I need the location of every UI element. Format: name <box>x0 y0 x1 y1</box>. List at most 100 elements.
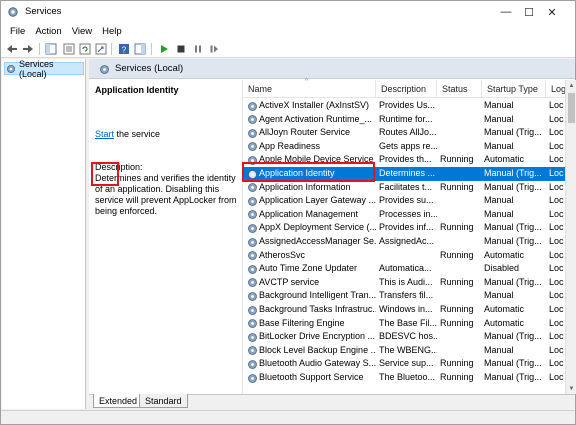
service-name: ActiveX Installer (AxInstSV) <box>259 100 370 110</box>
service-row[interactable]: Application Layer Gateway ... Provides su… <box>243 194 565 208</box>
service-row[interactable]: AllJoyn Router Service Routes AllJo... Man… <box>243 126 565 140</box>
tab-extended[interactable]: Extended <box>93 394 144 408</box>
service-status <box>440 235 482 249</box>
stop-service-button[interactable] <box>174 42 188 56</box>
service-description: Determines ... <box>379 168 436 178</box>
service-log-on-as: Loc <box>549 236 564 246</box>
service-startup-type: Manual (Trig... <box>484 276 542 287</box>
services-list: ^ Name Description Status Startup Type L… <box>242 78 576 394</box>
service-description: This is Audi... <box>379 276 433 287</box>
service-name: AllJoyn Router Service <box>259 127 351 138</box>
service-status: Running <box>440 317 474 328</box>
close-button[interactable]: ✕ <box>529 1 575 23</box>
service-description: Runtime for... <box>379 113 433 124</box>
service-row[interactable]: App Readiness Gets apps re... Manual Loc <box>243 140 565 154</box>
export-list-button[interactable] <box>94 42 108 56</box>
service-name: Bluetooth Support Service <box>259 372 364 382</box>
forward-button[interactable] <box>21 42 35 56</box>
menu-view[interactable]: View <box>67 26 97 37</box>
properties-icon <box>63 43 75 55</box>
service-gear-icon <box>248 237 257 247</box>
title-bar[interactable]: Services — ☐ ✕ <box>1 1 575 23</box>
restart-service-button[interactable] <box>207 42 221 56</box>
service-row[interactable]: Agent Activation Runtime_... Runtime for.… <box>243 113 565 127</box>
service-log-on-as: Loc <box>549 317 564 328</box>
start-service-button[interactable] <box>157 42 171 56</box>
properties-button[interactable] <box>62 42 76 56</box>
service-description: Service sup... <box>379 358 434 369</box>
service-startup-type: Manual <box>484 344 514 355</box>
console-tree-icon <box>45 43 57 55</box>
status-bar <box>1 410 575 424</box>
column-header-startup-type[interactable]: Startup Type <box>482 80 546 98</box>
service-log-on-as: Loc <box>549 304 564 314</box>
service-name: Auto Time Zone Updater <box>259 263 358 274</box>
pause-icon <box>195 45 201 53</box>
service-description: Processes in... <box>379 208 437 219</box>
menu-help[interactable]: Help <box>97 26 127 37</box>
scroll-down-icon[interactable]: ▼ <box>566 383 576 394</box>
column-label: Log <box>551 84 567 94</box>
service-startup-type: Manual <box>484 208 514 219</box>
service-action-line: Start the service <box>95 129 160 139</box>
service-log-on-as: Loc <box>549 290 564 301</box>
column-label: Name <box>248 84 273 94</box>
menu-file[interactable]: File <box>5 26 30 37</box>
service-startup-type: Manual (Trig... <box>484 168 542 178</box>
service-row[interactable]: AVCTP service This is Audi... Running Manua… <box>243 276 565 290</box>
extended-description-panel: Application Identity Start the service D… <box>89 80 239 394</box>
tab-standard[interactable]: Standard <box>139 394 188 408</box>
menu-action[interactable]: Action <box>30 26 66 37</box>
service-log-on-as: Loc <box>549 100 564 110</box>
refresh-button[interactable] <box>78 42 92 56</box>
show-hide-action-pane-button[interactable] <box>133 42 147 56</box>
service-row[interactable]: Application Management Processes in... Man… <box>243 208 565 222</box>
service-row[interactable]: Background Intelligent Tran... Transfers … <box>243 289 565 303</box>
show-console-tree-button[interactable] <box>44 42 58 56</box>
service-row[interactable]: Base Filtering Engine The Base Fil... Runn… <box>243 317 565 331</box>
pane-header: Services (Local) <box>89 59 575 79</box>
help-button[interactable]: ? <box>117 42 131 56</box>
service-startup-type: Manual (Trig... <box>484 372 542 382</box>
service-row[interactable]: Auto Time Zone Updater Automatica... Disab… <box>243 262 565 276</box>
service-row[interactable]: BitLocker Drive Encryption ... BDESVC hos… <box>243 330 565 344</box>
tree-item-services-local[interactable]: Services (Local) <box>4 59 84 79</box>
column-header-status[interactable]: Status <box>437 80 482 98</box>
service-startup-type: Automatic <box>484 249 525 260</box>
service-row[interactable]: Block Level Backup Engine ... The WBENG..… <box>243 344 565 358</box>
service-description: Automatica... <box>379 263 432 274</box>
service-name: Background Intelligent Tran... <box>259 290 376 301</box>
service-description: Provides th... <box>379 154 432 165</box>
services-gear-icon <box>7 65 15 73</box>
service-status <box>440 330 482 344</box>
service-description: BDESVC hos... <box>379 331 437 342</box>
service-row[interactable]: AssignedAccessManager Se... AssignedAc...… <box>243 235 565 249</box>
start-service-link[interactable]: Start <box>95 129 114 139</box>
scroll-thumb[interactable] <box>568 93 575 123</box>
service-row[interactable]: Bluetooth Support Service The Bluetoo... R… <box>243 371 565 385</box>
service-status: Running <box>440 276 474 287</box>
vertical-scrollbar[interactable]: ▲ ▼ <box>565 80 576 394</box>
back-button[interactable] <box>5 42 19 56</box>
service-row[interactable]: AtherosSvc Running Automatic Loc <box>243 249 565 263</box>
service-log-on-as: Loc <box>549 195 564 206</box>
column-header-log-on-as[interactable]: Log <box>546 80 567 98</box>
back-arrow-icon <box>7 45 17 53</box>
scroll-up-icon[interactable]: ▲ <box>566 80 576 91</box>
service-log-on-as: Loc <box>549 140 564 151</box>
export-list-icon <box>95 43 107 55</box>
service-row[interactable]: Application Information Facilitates t... R… <box>243 181 565 195</box>
service-status: Running <box>440 154 474 165</box>
service-log-on-as: Loc <box>549 154 564 165</box>
service-row[interactable]: ActiveX Installer (AxInstSV) Provides Us.… <box>243 99 565 113</box>
service-startup-type: Manual (Trig... <box>484 222 542 233</box>
service-row[interactable]: AppX Deployment Service (... Provides inf… <box>243 221 565 235</box>
service-log-on-as: Loc <box>549 113 564 124</box>
pause-service-button[interactable] <box>191 42 205 56</box>
service-row[interactable]: Bluetooth Audio Gateway S... Service sup.… <box>243 357 565 371</box>
pane-header-title: Services (Local) <box>115 63 184 74</box>
column-header-name[interactable]: ^ Name <box>243 78 376 98</box>
column-header-description[interactable]: Description <box>376 80 437 98</box>
service-row[interactable]: Background Tasks Infrastruc... Windows in… <box>243 303 565 317</box>
service-gear-icon <box>248 101 257 111</box>
